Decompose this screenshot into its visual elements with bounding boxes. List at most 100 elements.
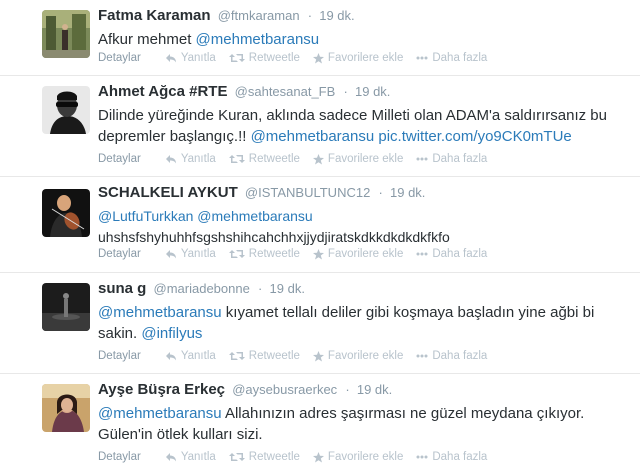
retweet-button[interactable]: Retweetle	[228, 52, 300, 64]
reply-button[interactable]: Yanıtla	[165, 153, 216, 165]
reply-label: Yanıtla	[180, 153, 216, 165]
tweet-fullname[interactable]: suna g	[98, 280, 146, 297]
retweet-button[interactable]: Retweetle	[228, 451, 300, 463]
mention-link[interactable]: @LutfuTurkkan	[98, 208, 193, 224]
tweet-timestamp[interactable]: 19 dk.	[390, 185, 425, 200]
favorite-label: Favorilere ekle	[327, 153, 404, 165]
tweet-fullname[interactable]: SCHALKELI AYKUT	[98, 184, 238, 201]
star-icon	[312, 52, 324, 63]
tweet-fullname[interactable]: Ahmet Ağca #RTE	[98, 83, 227, 100]
avatar[interactable]	[42, 384, 90, 432]
retweet-label: Retweetle	[248, 350, 300, 362]
tweet-text-segment: Afkur mehmet	[98, 31, 196, 48]
tweet-text: @LutfuTurkkan @mehmetbaransu uhshsfshyhu…	[98, 206, 630, 248]
mention-link[interactable]: @mehmetbaransu	[196, 31, 320, 48]
mention-link[interactable]: @mehmetbaransu	[197, 208, 312, 224]
favorite-button[interactable]: Favorilere ekle	[312, 52, 404, 64]
reply-button[interactable]: Yanıtla	[165, 52, 216, 64]
reply-icon	[165, 155, 176, 164]
more-button[interactable]: Daha fazla	[416, 451, 487, 463]
tweet-timestamp[interactable]: 19 dk.	[357, 382, 392, 397]
separator-dot: ·	[343, 84, 348, 99]
more-icon	[416, 157, 428, 161]
more-label: Daha fazla	[432, 153, 488, 165]
reply-button[interactable]: Yanıtla	[165, 451, 216, 463]
details-link[interactable]: Detaylar	[98, 248, 141, 260]
favorite-button[interactable]: Favorilere ekle	[312, 153, 404, 165]
mention-link[interactable]: @mehmetbaransu	[98, 304, 222, 321]
tweet: Fatma Karaman @ftmkaraman · 19 dk. Afkur…	[0, 0, 640, 76]
avatar[interactable]	[42, 86, 90, 134]
reply-button[interactable]: Yanıtla	[165, 350, 216, 362]
tweet-username[interactable]: @ftmkaraman	[218, 8, 300, 23]
retweet-button[interactable]: Retweetle	[228, 350, 300, 362]
tweet-actions: Detaylar Yanıtla Retweetle Favorilere ek…	[98, 153, 500, 165]
more-label: Daha fazla	[432, 451, 488, 463]
tweet-text: Dilinde yüreğinde Kuran, aklında sadece …	[98, 105, 630, 147]
avatar[interactable]	[42, 189, 90, 237]
tweet-actions: Detaylar Yanıtla Retweetle Favorilere ek…	[98, 350, 500, 362]
tweet-actions: Detaylar Yanıtla Retweetle Favorilere ek…	[98, 248, 500, 260]
favorite-label: Favorilere ekle	[327, 451, 404, 463]
more-icon	[416, 455, 428, 459]
more-icon	[416, 354, 428, 358]
favorite-button[interactable]: Favorilere ekle	[312, 248, 403, 260]
tweet-username[interactable]: @sahtesanat_FB	[235, 84, 336, 99]
tweet: suna g @mariadebonne · 19 dk. @mehmetbar…	[0, 273, 640, 374]
reply-button[interactable]: Yanıtla	[165, 248, 216, 260]
reply-icon	[165, 352, 176, 361]
details-link[interactable]: Detaylar	[98, 350, 141, 362]
tweet-username[interactable]: @aysebusraerkec	[232, 382, 337, 397]
tweet-username[interactable]: @ISTANBULTUNC12	[245, 185, 370, 200]
more-label: Daha fazla	[432, 52, 488, 64]
favorite-label: Favorilere ekle	[327, 52, 404, 64]
tweet: SCHALKELI AYKUT @ISTANBULTUNC12 · 19 dk.…	[0, 177, 640, 273]
mention-link[interactable]: @infilyus	[141, 325, 202, 342]
mention-link[interactable]: @mehmetbaransu	[98, 405, 222, 422]
retweet-label: Retweetle	[248, 248, 300, 260]
avatar[interactable]	[42, 283, 90, 331]
details-link[interactable]: Detaylar	[98, 153, 141, 165]
media-link[interactable]: pic.twitter.com/yo9CK0mTUe	[378, 128, 571, 145]
reply-icon	[165, 453, 176, 462]
more-label: Daha fazla	[432, 248, 488, 260]
reply-label: Yanıtla	[180, 248, 216, 260]
tweet-fullname[interactable]: Ayşe Büşra Erkeç	[98, 381, 225, 398]
tweet-timestamp[interactable]: 19 dk.	[319, 8, 354, 23]
reply-icon	[165, 250, 176, 259]
retweet-icon	[228, 250, 245, 258]
tweet-timestamp[interactable]: 19 dk.	[355, 84, 390, 99]
details-link[interactable]: Detaylar	[98, 451, 141, 463]
more-button[interactable]: Daha fazla	[416, 52, 487, 64]
details-link[interactable]: Detaylar	[98, 52, 141, 64]
retweet-button[interactable]: Retweetle	[228, 248, 300, 260]
tweet-username[interactable]: @mariadebonne	[154, 281, 250, 296]
retweet-label: Retweetle	[248, 153, 300, 165]
more-button[interactable]: Daha fazla	[416, 350, 487, 362]
more-label: Daha fazla	[432, 350, 488, 362]
favorite-button[interactable]: Favorilere ekle	[312, 451, 404, 463]
tweet: Ahmet Ağca #RTE @sahtesanat_FB · 19 dk. …	[0, 76, 640, 177]
tweet-actions: Detaylar Yanıtla Retweetle Favorilere ek…	[98, 451, 500, 463]
retweet-icon	[228, 155, 245, 163]
more-icon	[416, 56, 428, 60]
retweet-icon	[228, 352, 245, 360]
mention-link[interactable]: @mehmetbaransu	[251, 128, 375, 145]
favorite-button[interactable]: Favorilere ekle	[312, 350, 404, 362]
tweet-text-segment: uhshsfshyhuhhfsgshshihcahchhxjjydjiratsk…	[98, 229, 450, 245]
separator-dot: ·	[307, 8, 313, 23]
tweet-fullname[interactable]: Fatma Karaman	[98, 7, 211, 24]
star-icon	[312, 451, 324, 462]
tweet-timestamp[interactable]: 19 dk.	[270, 281, 305, 296]
tweet-text: @mehmetbaransu kıyamet tellalı deliler g…	[98, 302, 630, 344]
retweet-icon	[228, 453, 245, 461]
more-button[interactable]: Daha fazla	[416, 248, 487, 260]
retweet-button[interactable]: Retweetle	[228, 153, 300, 165]
separator-dot: ·	[378, 185, 383, 200]
tweet: Ayşe Büşra Erkeç @aysebusraerkec · 19 dk…	[0, 374, 640, 474]
tweet-actions: Detaylar Yanıtla Retweetle Favorilere ek…	[98, 52, 500, 64]
avatar[interactable]	[42, 10, 90, 58]
tweet-stream: Fatma Karaman @ftmkaraman · 19 dk. Afkur…	[0, 0, 640, 474]
more-button[interactable]: Daha fazla	[416, 153, 487, 165]
favorite-label: Favorilere ekle	[327, 350, 404, 362]
